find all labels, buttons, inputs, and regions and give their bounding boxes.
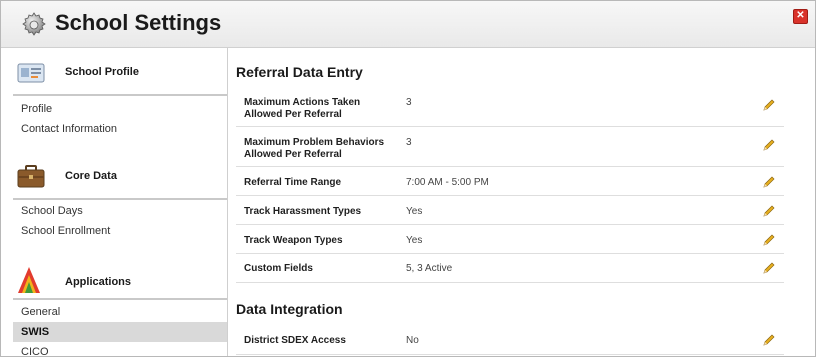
setting-label: District SDEX Access — [244, 335, 346, 346]
divider — [13, 298, 227, 300]
setting-value: 7:00 AM - 5:00 PM — [406, 177, 489, 188]
divider — [13, 94, 227, 96]
setting-label: Track Weapon Types — [244, 235, 343, 246]
section-heading-integration: Data Integration — [236, 301, 343, 317]
sidebar-section-title: Applications — [65, 276, 132, 288]
sidebar-item-general[interactable]: General — [13, 302, 227, 322]
sidebar-item-swis[interactable]: SWIS — [13, 322, 227, 342]
swis-logo-icon — [18, 267, 40, 293]
table-row: Maximum Actions Taken Allowed Per Referr… — [236, 88, 784, 127]
briefcase-icon — [17, 165, 45, 188]
table-row: Maximum Problem Behaviors Allowed Per Re… — [236, 127, 784, 167]
sidebar-section-school-profile: School Profile — [13, 56, 215, 92]
close-button[interactable]: ✕ — [793, 9, 808, 24]
setting-value: 3 — [406, 137, 412, 148]
id-card-icon — [17, 63, 45, 83]
sidebar: School Profile Profile Contact Informati… — [1, 48, 228, 356]
pencil-icon[interactable] — [762, 233, 776, 247]
pencil-icon[interactable] — [762, 138, 776, 152]
table-row: Custom Fields 5, 3 Active — [236, 254, 784, 283]
page-title: School Settings — [55, 10, 222, 35]
divider — [13, 198, 227, 200]
gear-icon — [22, 12, 46, 36]
pencil-icon[interactable] — [762, 261, 776, 275]
setting-label: Referral Time Range — [244, 177, 342, 188]
title-bar: School Settings ✕ — [1, 1, 815, 48]
setting-value: No — [406, 335, 419, 346]
setting-value: 5, 3 Active — [406, 263, 453, 274]
table-row: Track Weapon Types Yes — [236, 225, 784, 254]
sidebar-item-contact-information[interactable]: Contact Information — [13, 119, 227, 139]
sidebar-section-core-data: Core Data — [13, 160, 215, 196]
setting-value: Yes — [406, 206, 423, 217]
sidebar-section-title: Core Data — [65, 170, 117, 182]
table-row: Referral Time Range 7:00 AM - 5:00 PM — [236, 167, 784, 196]
main-content: Referral Data Entry Maximum Actions Take… — [228, 48, 815, 356]
settings-window: School Settings ✕ School Profile Profile… — [0, 0, 816, 357]
setting-value: Yes — [406, 235, 423, 246]
sidebar-item-school-enrollment[interactable]: School Enrollment — [13, 221, 227, 241]
section-heading-referral: Referral Data Entry — [236, 64, 363, 80]
sidebar-section-applications: Applications — [13, 262, 215, 298]
setting-label: Maximum Problem Behaviors Allowed Per Re… — [244, 137, 385, 160]
setting-label: Maximum Actions Taken Allowed Per Referr… — [244, 97, 361, 120]
sidebar-item-cico[interactable]: CICO — [13, 342, 227, 356]
setting-value: 3 — [406, 97, 412, 108]
sidebar-item-profile[interactable]: Profile — [13, 99, 227, 119]
setting-label: Track Harassment Types — [244, 206, 362, 217]
setting-label: Custom Fields — [244, 263, 313, 274]
pencil-icon[interactable] — [762, 98, 776, 112]
sidebar-item-school-days[interactable]: School Days — [13, 201, 227, 221]
sidebar-section-title: School Profile — [65, 66, 139, 78]
table-row: Track Harassment Types Yes — [236, 196, 784, 225]
pencil-icon[interactable] — [762, 204, 776, 218]
pencil-icon[interactable] — [762, 175, 776, 189]
table-row: District SDEX Access No — [236, 326, 784, 355]
pencil-icon[interactable] — [762, 333, 776, 347]
